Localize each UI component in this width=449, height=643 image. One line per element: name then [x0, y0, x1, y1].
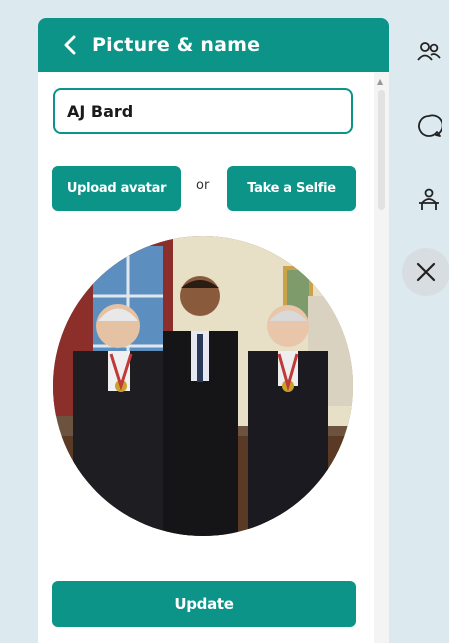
- chat-icon[interactable]: [409, 106, 449, 146]
- or-separator-label: or: [196, 178, 210, 193]
- back-icon[interactable]: [50, 35, 90, 55]
- take-selfie-button[interactable]: Take a Selfie: [227, 166, 356, 211]
- participant-desk-icon[interactable]: [409, 180, 449, 220]
- name-input[interactable]: [53, 88, 353, 134]
- update-button[interactable]: Update: [52, 581, 356, 627]
- panel-header: Picture & name: [38, 18, 389, 72]
- left-background: [0, 0, 26, 643]
- close-icon[interactable]: [406, 252, 446, 292]
- upload-avatar-button[interactable]: Upload avatar: [52, 166, 181, 211]
- scroll-up-arrow-icon[interactable]: ▲: [377, 78, 383, 86]
- avatar-preview: [53, 236, 353, 536]
- picture-name-panel: Picture & name ▲ Upload avatar or Take a…: [38, 18, 389, 643]
- scroll-thumb[interactable]: [378, 90, 385, 210]
- people-icon[interactable]: [409, 32, 449, 72]
- panel-title: Picture & name: [92, 34, 261, 56]
- panel-scrollbar[interactable]: ▲: [374, 72, 389, 643]
- avatar-photo: [53, 236, 353, 536]
